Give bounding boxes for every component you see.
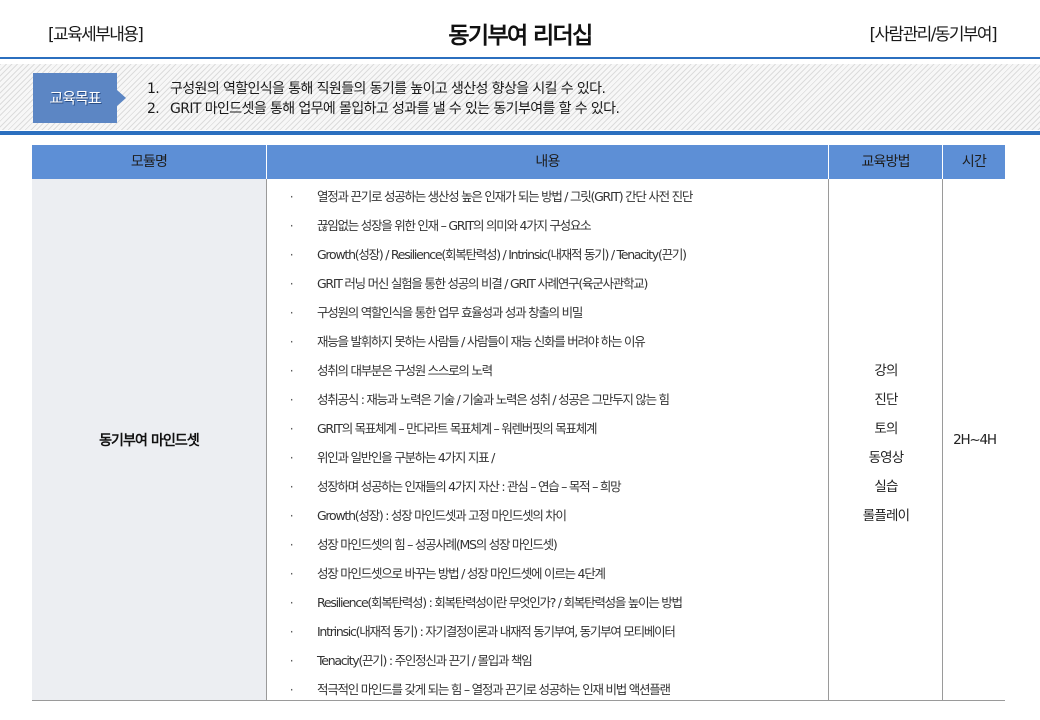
bullet-icon: ·	[289, 219, 294, 233]
content-item: · GRIT의 목표체계 – 만다라트 목표체계 – 워렌버핏의 목표체계	[285, 418, 692, 447]
content-item: · 구성원의 역할인식을 통한 업무 효율성과 성과 창출의 비밀	[285, 302, 692, 331]
content-text: 재능을 발휘하지 못하는 사람들 / 사람들이 재능 신화를 버려야 하는 이유	[317, 334, 646, 349]
content-cell: · 열정과 끈기로 성공하는 생산성 높은 인재가 되는 방법 / 그릿(GRIT…	[266, 179, 828, 700]
method-cell: 강의 진단 토의 동영상 실습 롤플레이	[828, 179, 942, 700]
content-item: · 재능을 발휘하지 못하는 사람들 / 사람들이 재능 신화를 버려야 하는 이…	[285, 331, 692, 360]
content-text: Growth(성장) / Resilience(회복탄력성) / Intrins…	[317, 247, 687, 262]
content-item: · 끊임없는 성장을 위한 인재 – GRIT의 의미와 4가지 구성요소	[285, 215, 692, 244]
bullet-icon: ·	[289, 335, 294, 349]
content-text: 적극적인 마인드를 갖게 되는 힘 – 열정과 끈기로 성공하는 인재 비법 액…	[317, 682, 671, 697]
method-item: 진단	[874, 392, 898, 408]
method-item: 실습	[874, 479, 898, 495]
content-text: 위인과 일반인을 구분하는 4가지 지표 /	[317, 450, 495, 465]
content-item: · 적극적인 마인드를 갖게 되는 힘 – 열정과 끈기로 성공하는 인재 비법 …	[285, 679, 692, 708]
content-text: GRIT 러닝 머신 실험을 통한 성공의 비결 / GRIT 사례연구(육군사…	[317, 276, 648, 291]
bullet-icon: ·	[289, 393, 294, 407]
content-list: · 열정과 끈기로 성공하는 생산성 높은 인재가 되는 방법 / 그릿(GRIT…	[285, 186, 694, 708]
content-text: 구성원의 역할인식을 통한 업무 효율성과 성과 창출의 비밀	[317, 305, 583, 320]
bullet-icon: ·	[289, 509, 294, 523]
module-name: 동기부여 마인드셋	[99, 433, 200, 449]
goals-badge: 교육목표	[33, 73, 117, 123]
content-item: · 열정과 끈기로 성공하는 생산성 높은 인재가 되는 방법 / 그릿(GRIT…	[285, 186, 694, 215]
content-item: · Tenacity(끈기) : 주인정신과 끈기 / 몰입과 책임	[285, 650, 692, 679]
page-header: [교육세부내용] 동기부여 리더십 [사람관리/동기부여]	[0, 0, 1040, 58]
content-item: · 성장 마인드셋으로 바꾸는 방법 / 성장 마인드셋에 이르는 4단계	[285, 563, 692, 592]
content-text: Tenacity(끈기) : 주인정신과 끈기 / 몰입과 책임	[317, 653, 533, 668]
bullet-icon: ·	[289, 190, 294, 204]
content-text: Resilience(회복탄력성) : 회복탄력성이란 무엇인가? / 회복탄력…	[317, 595, 683, 610]
content-text: 성장 마인드셋으로 바꾸는 방법 / 성장 마인드셋에 이르는 4단계	[317, 566, 606, 581]
content-text: 열정과 끈기로 성공하는 생산성 높은 인재가 되는 방법 / 그릿(GRIT)…	[317, 189, 693, 204]
content-text: 성취공식 : 재능과 노력은 기술 / 기술과 노력은 성취 / 성공은 그만두…	[317, 392, 670, 407]
method-list: 강의 진단 토의 동영상 실습 롤플레이	[829, 359, 943, 533]
bullet-icon: ·	[289, 538, 294, 552]
curriculum-table: 모듈명 내용 교육방법 시간 동기부여 마인드셋 · 열정과 끈기로 성공하는 생…	[32, 145, 1005, 701]
table-header-row: 모듈명 내용 교육방법 시간	[32, 145, 1005, 179]
content-text: Intrinsic(내재적 동기) : 자기결정이론과 내재적 동기부여, 동기…	[317, 624, 676, 639]
bullet-icon: ·	[289, 422, 294, 436]
method-item: 강의	[874, 363, 898, 379]
goals-divider	[0, 131, 1040, 135]
bullet-icon: ·	[289, 451, 294, 465]
bullet-icon: ·	[289, 306, 294, 320]
header-divider	[0, 57, 1040, 59]
method-item: 토의	[874, 421, 898, 437]
content-item: · Resilience(회복탄력성) : 회복탄력성이란 무엇인가? / 회복탄…	[285, 592, 692, 621]
goal-item: 2. GRIT 마인드셋을 통해 업무에 몰입하고 성과를 낼 수 있는 동기부여…	[147, 99, 620, 119]
category-label: [사람관리/동기부여]	[869, 25, 997, 45]
goal-text: GRIT 마인드셋을 통해 업무에 몰입하고 성과를 낼 수 있는 동기부여를 …	[170, 101, 620, 117]
method-item: 롤플레이	[862, 508, 910, 524]
content-item: · Growth(성장) : 성장 마인드셋과 고정 마인드셋의 차이	[285, 505, 692, 534]
content-item: · 성취의 대부분은 구성원 스스로의 노력	[285, 360, 692, 389]
header-time: 시간	[942, 145, 1005, 179]
time-cell: 2H~4H	[942, 179, 1005, 700]
bullet-icon: ·	[289, 248, 294, 262]
content-text: GRIT의 목표체계 – 만다라트 목표체계 – 워렌버핏의 목표체계	[317, 421, 598, 436]
bullet-icon: ·	[289, 277, 294, 291]
content-text: Growth(성장) : 성장 마인드셋과 고정 마인드셋의 차이	[317, 508, 567, 523]
goal-number: 2.	[147, 101, 160, 117]
content-item: · 성장하며 성공하는 인재들의 4가지 자산 : 관심 – 연습 – 목적 – …	[285, 476, 692, 505]
duration-text: 2H~4H	[953, 432, 997, 448]
bullet-icon: ·	[289, 625, 294, 639]
content-text: 성장 마인드셋의 힘 – 성공사례(MS의 성장 마인드셋)	[317, 537, 558, 552]
goals-list: 1. 구성원의 역할인식을 통해 직원들의 동기를 높이고 생산성 향상을 시킬 …	[147, 79, 620, 119]
content-item: · Intrinsic(내재적 동기) : 자기결정이론과 내재적 동기부여, 동…	[285, 621, 692, 650]
goals-badge-label: 교육목표	[49, 89, 101, 107]
goal-text: 구성원의 역할인식을 통해 직원들의 동기를 높이고 생산성 향상을 시킬 수 …	[170, 81, 606, 97]
table-row: 동기부여 마인드셋 · 열정과 끈기로 성공하는 생산성 높은 인재가 되는 방법…	[32, 179, 1005, 700]
content-item: · 성취공식 : 재능과 노력은 기술 / 기술과 노력은 성취 / 성공은 그만…	[285, 389, 692, 418]
header-content: 내용	[266, 145, 828, 179]
goal-item: 1. 구성원의 역할인식을 통해 직원들의 동기를 높이고 생산성 향상을 시킬 …	[147, 79, 619, 99]
bullet-icon: ·	[289, 683, 294, 697]
bullet-icon: ·	[289, 364, 294, 378]
header-method: 교육방법	[828, 145, 942, 179]
content-item: · 위인과 일반인을 구분하는 4가지 지표 /	[285, 447, 692, 476]
module-cell: 동기부여 마인드셋	[32, 179, 266, 700]
content-item: · Growth(성장) / Resilience(회복탄력성) / Intrin…	[285, 244, 692, 273]
bullet-icon: ·	[289, 596, 294, 610]
goal-number: 1.	[147, 81, 160, 97]
header-module: 모듈명	[130, 154, 168, 170]
content-item: · GRIT 러닝 머신 실험을 통한 성공의 비결 / GRIT 사례연구(육군…	[285, 273, 692, 302]
badge-arrow-icon	[117, 90, 126, 106]
bullet-icon: ·	[289, 480, 294, 494]
method-item: 동영상	[868, 450, 905, 466]
content-text: 성장하며 성공하는 인재들의 4가지 자산 : 관심 – 연습 – 목적 – 희…	[317, 479, 622, 494]
bullet-icon: ·	[289, 567, 294, 581]
content-text: 끊임없는 성장을 위한 인재 – GRIT의 의미와 4가지 구성요소	[317, 218, 592, 233]
content-text: 성취의 대부분은 구성원 스스로의 노력	[317, 363, 493, 378]
bullet-icon: ·	[289, 654, 294, 668]
content-item: · 성장 마인드셋의 힘 – 성공사례(MS의 성장 마인드셋)	[285, 534, 692, 563]
